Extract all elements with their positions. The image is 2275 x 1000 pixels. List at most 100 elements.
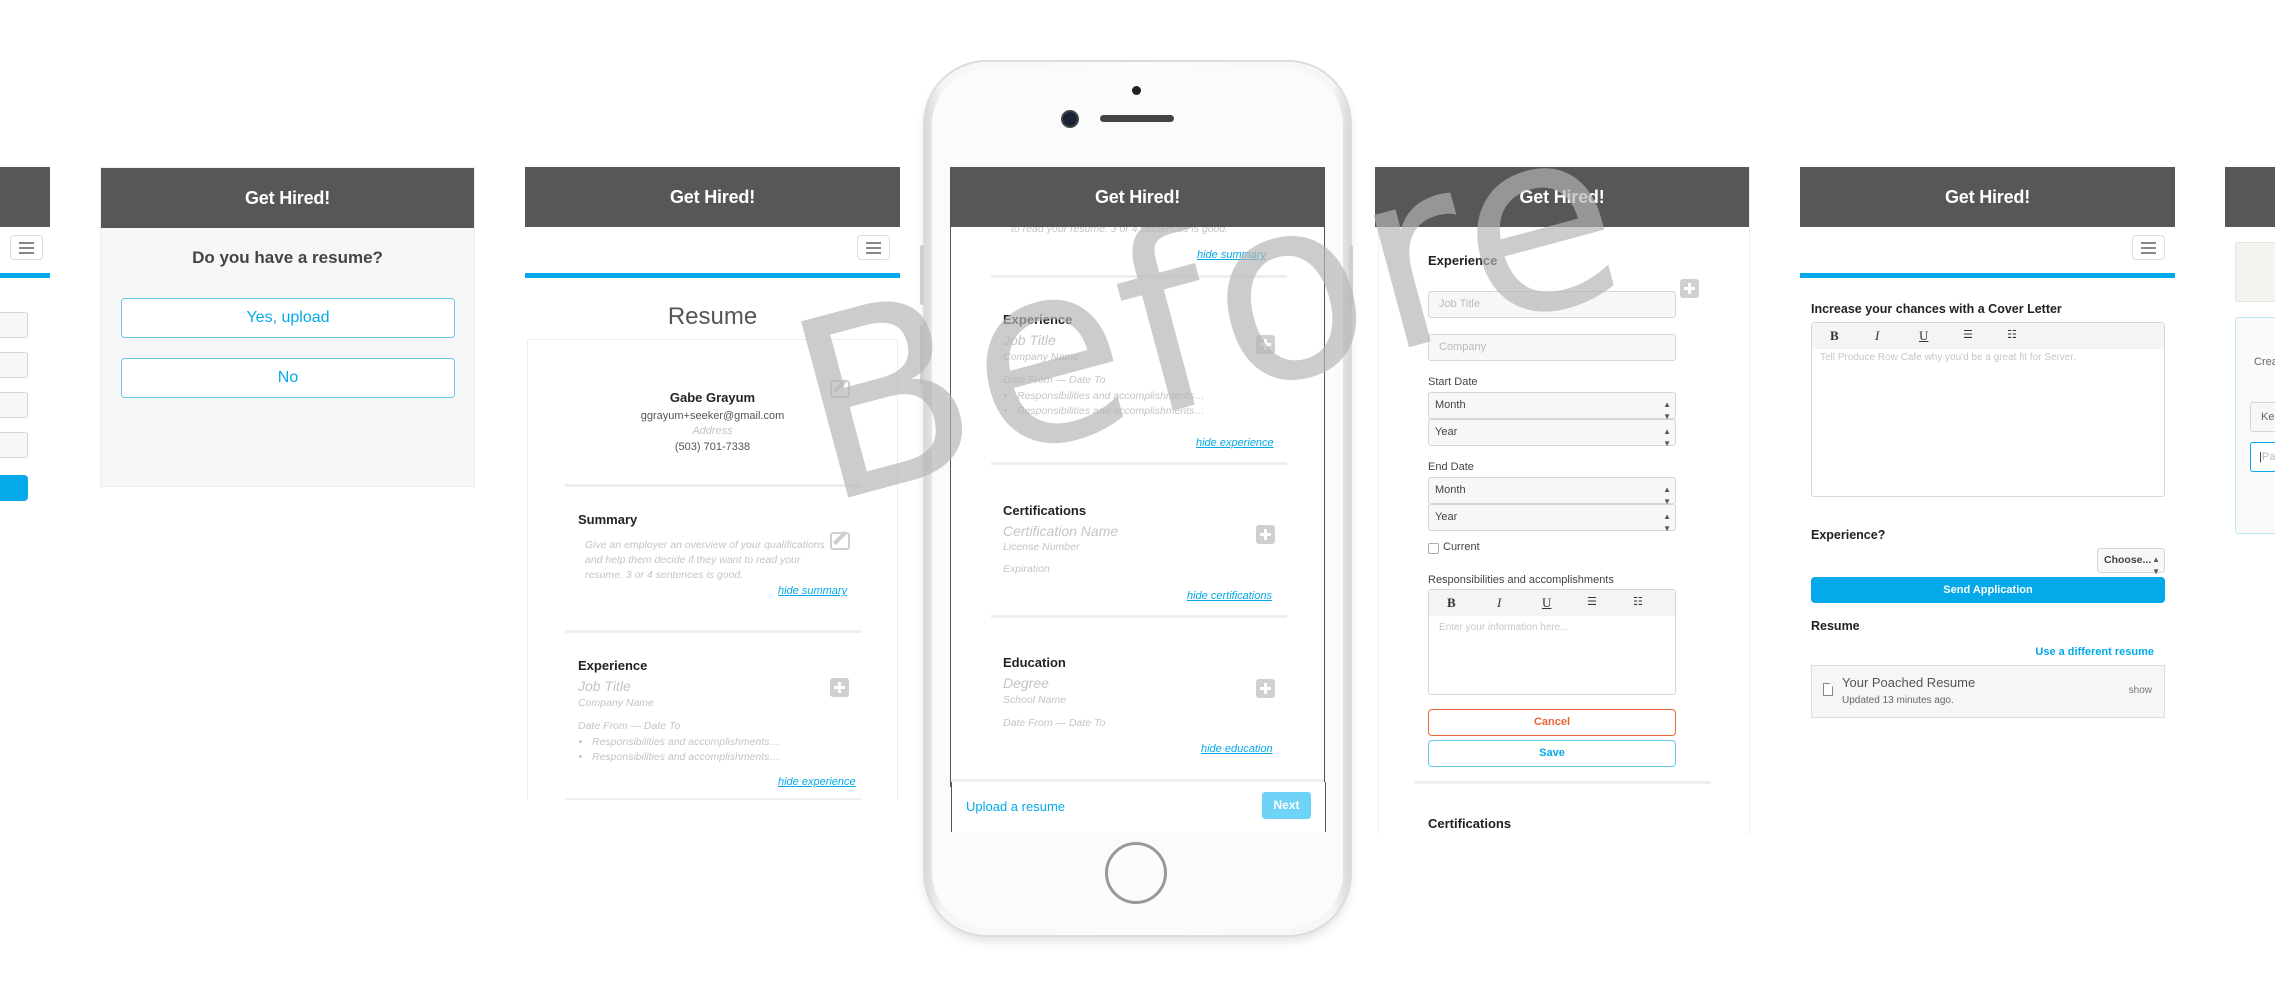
info-box (2235, 242, 2275, 302)
yes-upload-button[interactable]: Yes, upload (121, 298, 455, 338)
current-checkbox[interactable] (1428, 543, 1439, 554)
text-input[interactable]: Ke (2250, 402, 2275, 432)
numbered-list-icon[interactable]: ☷ (2007, 328, 2017, 341)
input-placeholder: Pa (2261, 451, 2275, 463)
list-item: Responsibilities and accomplishments… (1017, 404, 1205, 419)
panel-cover-letter: Get Hired! Increase your chances with a … (1800, 167, 2175, 835)
dates-placeholder: Date From — Date To (1003, 374, 1106, 386)
hide-experience-link[interactable]: hide experience (778, 776, 856, 788)
divider (565, 798, 861, 800)
bullet-list-icon[interactable]: ☰ (1963, 328, 1973, 341)
editor-toolbar: B I U ☰ ☷ (1812, 323, 2164, 349)
primary-button[interactable] (0, 475, 28, 501)
menu-icon[interactable] (2132, 235, 2165, 260)
cancel-button[interactable]: Cancel (1428, 709, 1676, 736)
italic-button[interactable]: I (1497, 595, 1501, 611)
job-title-input[interactable]: Job Title (1428, 291, 1676, 318)
panel-resume-question: Get Hired! Do you have a resume? Yes, up… (100, 167, 475, 487)
panel-experience-form: Get Hired! Experience Job Title Company … (1375, 167, 1750, 835)
add-experience-icon[interactable] (830, 678, 849, 697)
divider (991, 462, 1287, 465)
input-value: Ke (2261, 411, 2275, 423)
editor-toolbar: B I U ☰ ☷ (1429, 590, 1675, 616)
underline-button[interactable]: U (1542, 595, 1551, 611)
numbered-list-icon[interactable]: ☷ (1633, 595, 1643, 608)
hide-summary-link[interactable]: hide summary (778, 585, 847, 597)
phone-footer-bar: Upload a resume Next (951, 782, 1326, 832)
app-header: Get Hired! (1800, 167, 2175, 227)
editor-placeholder: Tell Produce Row Cafe why you'd be a gre… (1820, 352, 2076, 363)
password-input[interactable]: |Pa (2250, 442, 2275, 472)
responsibilities-editor[interactable]: B I U ☰ ☷ Enter your information here... (1428, 589, 1676, 695)
text-input[interactable] (0, 392, 28, 418)
job-title-placeholder: Job Title (1003, 332, 1056, 348)
add-experience-icon[interactable] (1256, 335, 1275, 354)
select-arrows-icon: ▲ ▼ (1663, 427, 1671, 448)
home-button[interactable] (1105, 842, 1167, 904)
selected-value: Year (1435, 426, 1458, 438)
start-year-select[interactable]: Year ▲ ▼ (1428, 419, 1676, 448)
upload-resume-link[interactable]: Upload a resume (966, 799, 1065, 814)
hide-education-link[interactable]: hide education (1201, 743, 1273, 755)
selected-value: Month (1435, 399, 1466, 411)
use-different-resume-link[interactable]: Use a different resume (2035, 646, 2154, 658)
add-education-icon[interactable] (1256, 679, 1275, 698)
phone-camera (1063, 112, 1077, 126)
resume-name: Your Poached Resume (1842, 675, 1976, 690)
question-heading: Do you have a resume? (192, 248, 383, 267)
experience-title: Experience (1003, 312, 1073, 327)
send-application-button[interactable]: Send Application (1811, 577, 2165, 603)
bold-button[interactable]: B (1830, 328, 1839, 344)
phone-chin (932, 832, 1343, 836)
list-item: Responsibilities and accomplishments… (1017, 389, 1205, 404)
text-input[interactable] (0, 352, 28, 378)
menu-icon[interactable] (857, 235, 890, 260)
menu-icon[interactable] (10, 235, 43, 260)
navbar (0, 227, 50, 278)
bold-button[interactable]: B (1447, 595, 1456, 611)
hide-summary-link[interactable]: hide summary (1197, 249, 1266, 261)
text-input[interactable] (0, 432, 28, 458)
app-header: Get Hired! (101, 168, 474, 228)
hide-certifications-link[interactable]: hide certifications (1187, 590, 1272, 602)
italic-button[interactable]: I (1875, 328, 1879, 344)
underline-button[interactable]: U (1919, 328, 1928, 344)
start-month-select[interactable]: Month ▲ ▼ (1428, 392, 1676, 421)
contact-name: Gabe Grayum (669, 390, 756, 405)
company-input[interactable]: Company (1428, 334, 1676, 361)
cover-letter-title: Increase your chances with a Cover Lette… (1811, 302, 2062, 316)
company-placeholder: Company Name (1003, 351, 1079, 363)
selected-value: Year (1435, 511, 1458, 523)
list-item: Responsibilities and accomplishments… (592, 750, 780, 765)
next-button[interactable]: Next (1262, 792, 1311, 819)
show-resume-link[interactable]: show (2129, 685, 2152, 696)
degree-placeholder: Degree (1003, 675, 1049, 691)
resume-card[interactable]: Your Poached Resume Updated 13 minutes a… (1811, 665, 2165, 718)
responsibility-list: Responsibilities and accomplishments… Re… (1003, 389, 1205, 419)
app-header: Get Hired! (525, 167, 900, 227)
bullet-list-icon[interactable]: ☰ (1587, 595, 1597, 608)
summary-title: Summary (578, 512, 638, 527)
add-experience-icon[interactable] (1680, 279, 1699, 298)
contact-email: ggrayum+seeker@gmail.com (640, 410, 785, 422)
list-item: Responsibilities and accomplishments… (592, 735, 780, 750)
end-month-select[interactable]: Month ▲ ▼ (1428, 477, 1676, 506)
edit-summary-icon[interactable] (830, 532, 850, 550)
text-input[interactable] (0, 312, 28, 338)
experience-select[interactable]: Choose... ▲ ▼ (2097, 548, 2165, 576)
phone-screen: Get Hired! to read your resume. 3 or 4 s… (950, 167, 1325, 787)
save-button[interactable]: Save (1428, 740, 1676, 767)
current-label: Current (1443, 541, 1480, 553)
hide-experience-link[interactable]: hide experience (1196, 437, 1274, 449)
app-header (0, 167, 50, 227)
card-text: Crea (2254, 356, 2275, 368)
experience-title: Experience (578, 658, 648, 673)
license-number-placeholder: License Number (1003, 541, 1080, 553)
no-button[interactable]: No (121, 358, 455, 398)
cover-letter-editor[interactable]: B I U ☰ ☷ Tell Produce Row Cafe why you'… (1811, 322, 2165, 497)
panel-resume: Get Hired! Resume Gabe Grayum ggrayum+se… (525, 167, 900, 800)
certifications-title: Certifications (1428, 816, 1512, 831)
add-certification-icon[interactable] (1256, 525, 1275, 544)
divider (1415, 781, 1711, 784)
end-year-select[interactable]: Year ▲ ▼ (1428, 504, 1676, 533)
